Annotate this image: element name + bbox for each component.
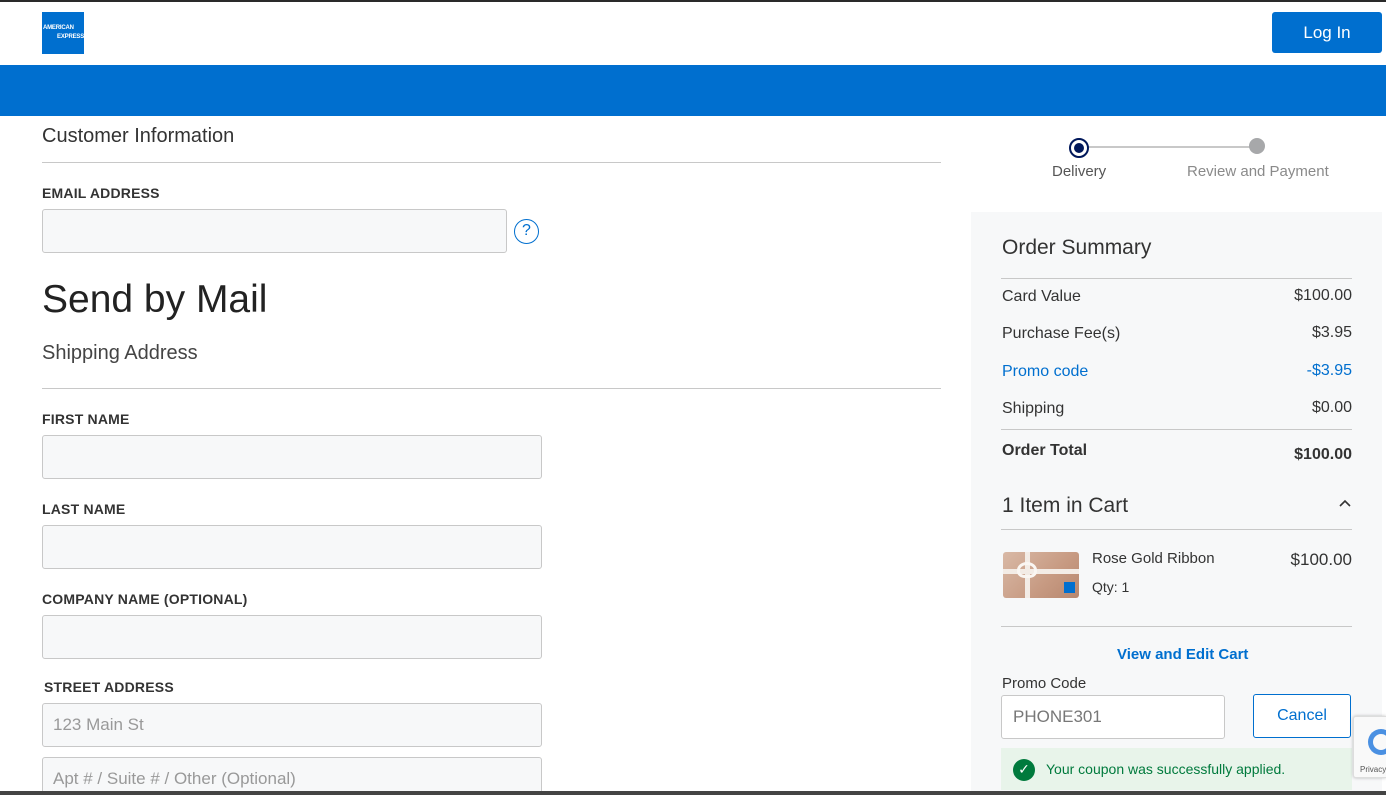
purchase-fee-label: Purchase Fee(s) [1002, 325, 1121, 342]
order-summary-title: Order Summary [1002, 236, 1152, 259]
item-name: Rose Gold Ribbon [1092, 550, 1215, 567]
card-value-label: Card Value [1002, 288, 1081, 305]
send-by-mail-title: Send by Mail [42, 278, 268, 321]
success-text: Your coupon was successfully applied. [1046, 761, 1286, 777]
divider [1001, 626, 1352, 627]
company-name-field[interactable] [42, 615, 542, 659]
bottom-bar [0, 791, 1386, 795]
step-review-label: Review and Payment [1187, 163, 1329, 180]
coupon-success-message: ✓ Your coupon was successfully applied. [1001, 748, 1352, 790]
divider [1001, 529, 1352, 530]
promo-code-field-label: Promo Code [1002, 675, 1087, 692]
step-delivery-dot [1069, 138, 1089, 158]
bow-icon [1017, 562, 1037, 578]
first-name-field[interactable] [42, 435, 542, 479]
order-total-label: Order Total [1002, 442, 1088, 459]
shipping-label: Shipping [1002, 400, 1065, 417]
divider [1001, 429, 1352, 430]
order-total-amount: $100.00 [1294, 446, 1352, 463]
gift-card-thumbnail [1003, 552, 1079, 598]
step-delivery-label: Delivery [1052, 163, 1107, 180]
divider [42, 162, 941, 163]
card-value-amount: $100.00 [1294, 287, 1352, 304]
last-name-label: LAST NAME [42, 501, 126, 517]
amex-logo[interactable]: AMERICAN EXPRESS [42, 12, 84, 54]
recaptcha-text: Privacy [1360, 765, 1386, 774]
login-button[interactable]: Log In [1272, 12, 1382, 53]
blue-banner [0, 65, 1386, 116]
site-header: AMERICAN EXPRESS Log In [0, 2, 1386, 65]
stepper-line [1080, 146, 1256, 148]
first-name-label: FIRST NAME [42, 411, 130, 427]
cancel-button[interactable]: Cancel [1253, 694, 1351, 738]
cart-title: 1 Item in Cart [1002, 494, 1129, 517]
apt-field[interactable]: Apt # / Suite # / Other (Optional) [42, 757, 542, 795]
shipping-address-title: Shipping Address [42, 342, 198, 364]
item-price: $100.00 [1290, 550, 1352, 569]
street-address-field[interactable]: 123 Main St [42, 703, 542, 747]
logo-line1: AMERICAN [43, 25, 74, 31]
email-field[interactable] [42, 209, 507, 253]
email-label: EMAIL ADDRESS [42, 185, 160, 201]
promo-code-input[interactable]: PHONE301 [1001, 695, 1225, 739]
divider [1001, 278, 1352, 279]
recaptcha-icon [1368, 729, 1386, 755]
divider [42, 388, 941, 389]
promo-code-amount: -$3.95 [1306, 362, 1352, 379]
item-qty: Qty: 1 [1092, 579, 1130, 595]
company-name-label: COMPANY NAME (OPTIONAL) [42, 591, 248, 607]
shipping-amount: $0.00 [1311, 399, 1352, 416]
promo-code-label: Promo code [1002, 363, 1089, 380]
recaptcha-badge[interactable]: Privacy [1353, 716, 1386, 778]
ribbon-horizontal [1003, 569, 1079, 574]
street-address-label: STREET ADDRESS [44, 679, 174, 695]
step-review-dot [1249, 138, 1265, 154]
amex-mini-logo [1064, 582, 1075, 593]
logo-line2: EXPRESS [57, 34, 84, 40]
customer-info-title: Customer Information [42, 125, 235, 147]
chevron-up-icon[interactable] [1338, 496, 1352, 510]
view-edit-cart-link[interactable]: View and Edit Cart [1117, 646, 1248, 663]
purchase-fee-amount: $3.95 [1311, 324, 1352, 341]
last-name-field[interactable] [42, 525, 542, 569]
help-icon[interactable]: ? [514, 219, 539, 244]
check-icon: ✓ [1013, 759, 1035, 781]
